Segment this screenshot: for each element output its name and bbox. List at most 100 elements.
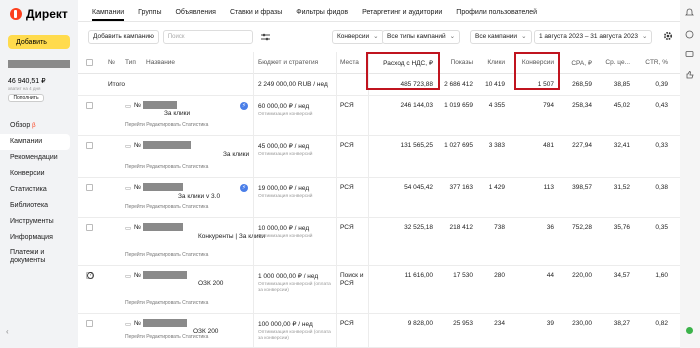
col-ctr[interactable]: CTR, %	[640, 59, 668, 66]
col-budget[interactable]: Бюджет и стратегия	[258, 59, 318, 66]
sidebar-item-label: Рекомендации	[10, 154, 58, 161]
campaign-conversions: 794	[543, 102, 554, 109]
row-actions[interactable]: Перейти Редактировать Статистика	[125, 204, 208, 210]
search-input[interactable]: Поиск	[162, 30, 253, 44]
row-checkbox[interactable]	[86, 224, 93, 231]
redacted-id	[143, 141, 191, 149]
sidebar-item-info[interactable]: Информация	[0, 230, 78, 246]
row-checkbox[interactable]	[86, 320, 93, 327]
sidebar-item-statistics[interactable]: Статистика	[0, 182, 78, 198]
redacted-id	[143, 271, 187, 279]
redacted-id	[143, 223, 183, 231]
sidebar-item-tools[interactable]: Инструменты	[0, 214, 78, 230]
row-checkbox[interactable]	[86, 102, 93, 109]
campaign-ctr: 0,35	[655, 224, 668, 231]
campaign-avg-price: 31,52	[613, 184, 630, 191]
tab-ads[interactable]: Объявления	[175, 9, 216, 21]
campaign-name[interactable]: За клики v 3.0	[178, 193, 220, 200]
tab-retargeting[interactable]: Ретаргетинг и аудитории	[362, 9, 442, 21]
right-rail	[680, 0, 700, 348]
campaign-strategy: Оптимизация конверсий	[258, 152, 313, 157]
row-actions[interactable]: Перейти Редактировать Статистика	[125, 300, 208, 306]
campaign-name[interactable]: За клики	[223, 151, 249, 158]
notification-bell-icon[interactable]	[685, 8, 694, 17]
dropdown-label: Все кампании	[475, 33, 518, 40]
collapse-chevron-icon[interactable]: ‹	[6, 327, 9, 336]
row-actions[interactable]: Перейти Редактировать Статистика	[125, 252, 208, 258]
tab-user-profiles[interactable]: Профили пользователей	[456, 9, 537, 21]
col-avg-price[interactable]: Ср. це...	[600, 59, 630, 66]
col-name[interactable]: Название	[146, 59, 175, 66]
table-row[interactable]: ? ▭ № ОЗК 200 Перейти Редактировать Статисти…	[78, 266, 686, 314]
topup-button[interactable]: Пополнить	[8, 94, 44, 102]
table-row[interactable]: ▭ № ОЗК 200 Перейти Редактировать Статистик…	[78, 314, 686, 348]
filter-settings-icon[interactable]	[259, 30, 273, 44]
redacted-id	[143, 183, 183, 191]
sidebar-item-library[interactable]: Библиотека	[0, 198, 78, 214]
select-all-checkbox[interactable]	[86, 59, 93, 66]
col-num[interactable]: №	[108, 59, 115, 66]
col-places[interactable]: Места	[340, 59, 359, 66]
conversions-dropdown[interactable]: Конверсии ⌄	[332, 30, 384, 44]
tab-feed-filters[interactable]: Фильтры фидов	[296, 9, 348, 21]
campaign-spend: 11 616,00	[404, 272, 433, 279]
row-checkbox[interactable]	[86, 184, 93, 191]
campaign-clicks: 234	[494, 320, 505, 327]
table-row[interactable]: ▭ № За клики Перейти Редактировать Статисти…	[78, 136, 686, 178]
campaign-types-dropdown[interactable]: Все типы кампаний ⌄	[382, 30, 461, 44]
total-ctr: 0,39	[655, 81, 668, 88]
sidebar-item-conversions[interactable]: Конверсии	[0, 166, 78, 182]
table-row[interactable]: ▭ № За клики Перейти Редактировать Статисти…	[78, 96, 686, 136]
sidebar-item-campaigns[interactable]: Кампании	[0, 134, 70, 150]
row-checkbox[interactable]	[86, 142, 93, 149]
col-type[interactable]: Тип	[125, 59, 136, 66]
campaign-clicks: 738	[494, 224, 505, 231]
row-actions[interactable]: Перейти Редактировать Статистика	[125, 334, 208, 340]
chevron-down-icon: ⌄	[521, 33, 527, 40]
col-shows[interactable]: Показы	[443, 59, 473, 66]
message-icon[interactable]	[685, 50, 694, 59]
campaign-cpa: 230,00	[572, 320, 592, 327]
all-campaigns-dropdown[interactable]: Все кампании ⌄	[470, 30, 532, 44]
campaign-shows: 1 027 695	[444, 142, 473, 149]
like-icon[interactable]	[685, 70, 694, 79]
campaign-type-icon: ▭	[125, 273, 132, 280]
sidebar-item-recommendations[interactable]: Рекомендации	[0, 150, 78, 166]
table-row[interactable]: ▭ № Конкуренты | За клики Перейти Редактиро…	[78, 218, 686, 266]
chat-icon[interactable]	[685, 30, 694, 39]
sidebar-item-payments[interactable]: Платежи и документы	[0, 246, 66, 268]
campaign-name[interactable]: ОЗК 200	[198, 280, 223, 287]
date-range-picker[interactable]: 1 августа 2023 – 31 августа 2023 ⌄	[534, 30, 653, 44]
add-campaign-button[interactable]: Добавить кампанию	[88, 30, 159, 44]
dropdown-label: Конверсии	[337, 33, 370, 40]
campaign-conversions: 44	[546, 272, 554, 279]
sidebar-item-overview[interactable]: Обзор β	[0, 118, 78, 134]
autotargeting-badge-icon[interactable]: ⚡	[240, 184, 248, 192]
campaign-name[interactable]: Конкуренты | За клики	[198, 233, 265, 240]
table-row[interactable]: ▭ № За клики v 3.0 Перейти Редактировать Ст…	[78, 178, 686, 218]
campaign-name[interactable]: За клики	[164, 110, 190, 117]
campaign-shows: 25 953	[453, 320, 473, 327]
campaign-ctr: 1,60	[655, 272, 668, 279]
logo[interactable]: Директ	[0, 6, 78, 22]
gear-icon[interactable]	[663, 31, 673, 41]
campaign-type-icon: ▭	[125, 103, 132, 110]
autotargeting-badge-icon[interactable]: ⚡	[240, 102, 248, 110]
tab-bids[interactable]: Ставки и фразы	[230, 9, 282, 21]
help-assistant-icon[interactable]	[685, 326, 694, 335]
tab-groups[interactable]: Группы	[138, 9, 161, 21]
campaign-spend: 32 525,18	[404, 224, 433, 231]
chevron-down-icon: ⌄	[373, 33, 379, 40]
campaign-ctr: 0,43	[655, 102, 668, 109]
campaign-shows: 377 163	[449, 184, 474, 191]
row-actions[interactable]: Перейти Редактировать Статистика	[125, 122, 208, 128]
add-button[interactable]: Добавить	[8, 35, 70, 49]
row-actions[interactable]: Перейти Редактировать Статистика	[125, 164, 208, 170]
campaign-cpa: 398,57	[572, 184, 592, 191]
col-cpa[interactable]: CPA, ₽	[564, 59, 592, 67]
tab-campaigns[interactable]: Кампании	[92, 9, 125, 21]
help-icon[interactable]: ?	[87, 272, 94, 279]
col-clicks[interactable]: Клики	[478, 59, 505, 66]
redacted-id	[143, 319, 187, 327]
campaign-avg-price: 35,76	[613, 224, 630, 231]
